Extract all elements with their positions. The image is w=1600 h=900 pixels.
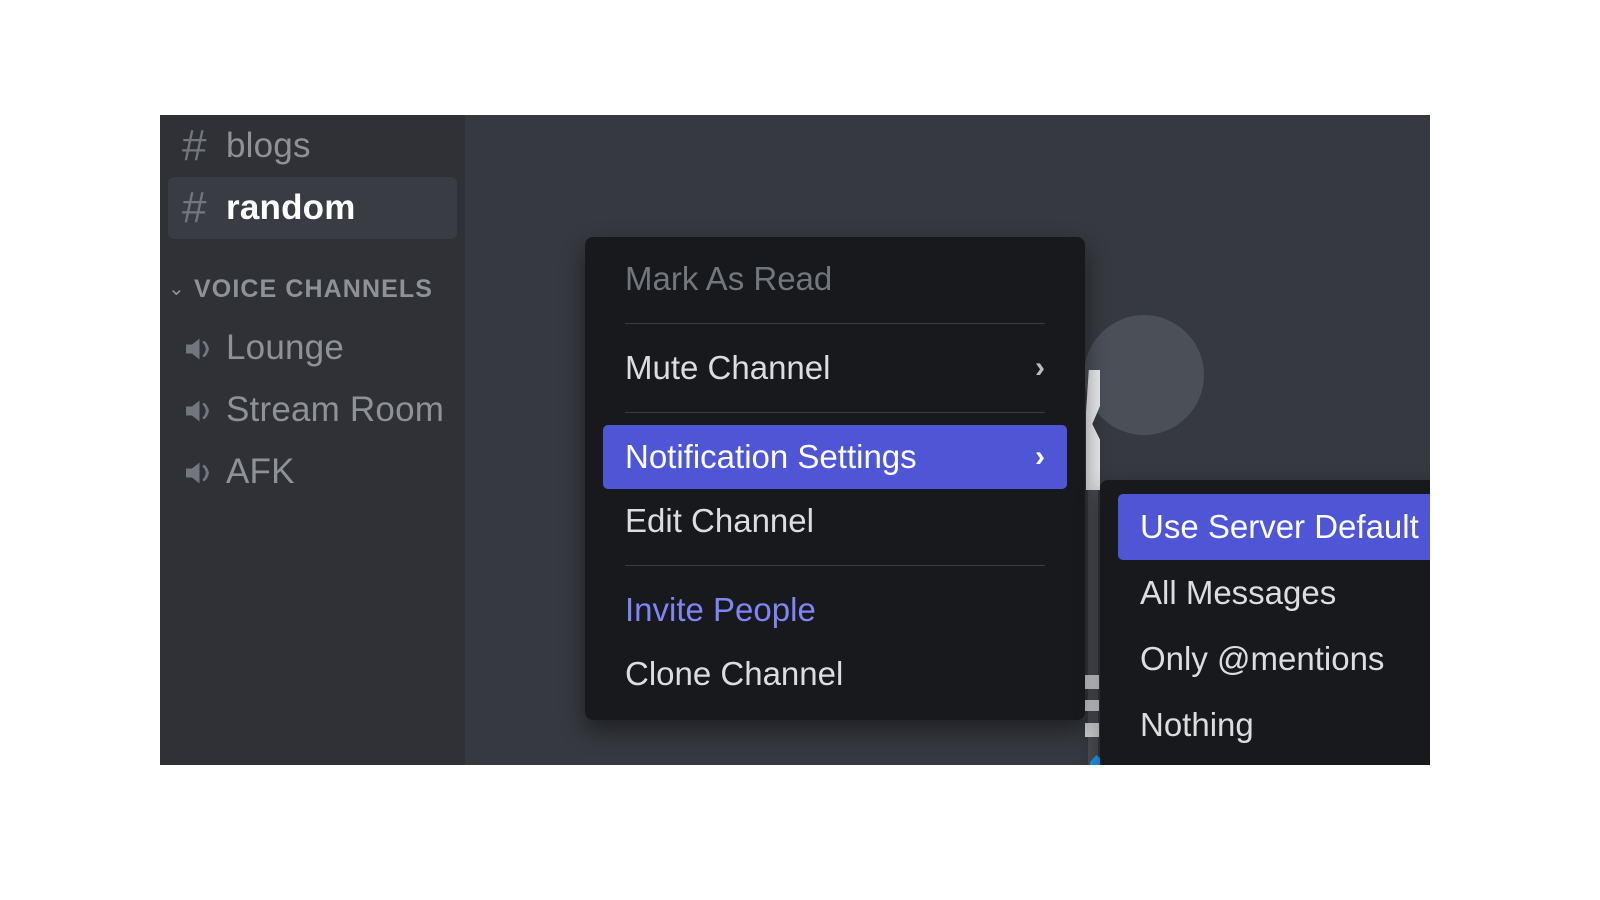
option-label: Only @mentions <box>1140 640 1385 677</box>
menu-item-label: Mark As Read <box>625 260 833 297</box>
sidebar-voice-stream-room[interactable]: Stream Room <box>168 379 457 441</box>
hash-icon: # <box>182 183 207 232</box>
speaker-icon <box>182 393 226 427</box>
menu-divider <box>625 412 1045 413</box>
avatar <box>1084 315 1204 435</box>
option-label: Use Server Default <box>1140 508 1419 545</box>
channel-label: AFK <box>226 452 295 491</box>
background-fragment <box>1085 723 1099 737</box>
context-menu-item-edit-channel[interactable]: Edit Channel <box>603 489 1067 553</box>
notification-option-nothing[interactable]: Nothing <box>1118 692 1430 758</box>
chevron-right-icon: › <box>1035 440 1045 473</box>
background-fragment <box>1085 675 1099 689</box>
context-menu-item-notification-settings[interactable]: Notification Settings › <box>603 425 1067 489</box>
notification-option-use-server-default[interactable]: Use Server Default <box>1118 494 1430 560</box>
category-header-voice-channels[interactable]: ⌄ VOICE CHANNELS <box>160 261 465 317</box>
menu-item-label: Notification Settings <box>625 438 917 475</box>
option-label: Nothing <box>1140 706 1254 743</box>
context-menu-item-mark-as-read[interactable]: Mark As Read <box>603 247 1067 311</box>
channel-sidebar: # blogs # random ⌄ VOICE CHANNELS Lounge <box>160 115 465 765</box>
sidebar-voice-afk[interactable]: AFK <box>168 441 457 503</box>
discord-app-viewport: # blogs # random ⌄ VOICE CHANNELS Lounge <box>160 115 1430 765</box>
menu-item-label: Edit Channel <box>625 502 814 539</box>
sidebar-channel-random[interactable]: # random <box>168 177 457 239</box>
context-menu-item-invite-people[interactable]: Invite People <box>603 578 1067 642</box>
channel-label: random <box>226 188 356 227</box>
menu-item-label: Invite People <box>625 591 816 628</box>
chevron-down-icon: ⌄ <box>168 278 185 300</box>
background-text-fragment <box>1086 370 1100 490</box>
sidebar-voice-lounge[interactable]: Lounge <box>168 317 457 379</box>
context-menu-item-mute-channel[interactable]: Mute Channel › <box>603 336 1067 400</box>
speaker-icon <box>182 455 226 489</box>
menu-item-label: Clone Channel <box>625 655 844 692</box>
channel-context-menu: Mark As Read Mute Channel › Notification… <box>585 237 1085 720</box>
chevron-right-icon: › <box>1035 351 1045 384</box>
context-menu-item-clone-channel[interactable]: Clone Channel <box>603 642 1067 706</box>
speaker-icon <box>182 331 226 365</box>
channel-label: Lounge <box>226 328 344 367</box>
channel-label: Stream Room <box>226 390 445 429</box>
hash-icon: # <box>182 121 207 170</box>
notification-option-all-messages[interactable]: All Messages <box>1118 560 1430 626</box>
option-label: All Messages <box>1140 574 1337 611</box>
channel-label: blogs <box>226 126 311 165</box>
menu-item-label: Mute Channel <box>625 349 831 386</box>
notification-option-only-mentions[interactable]: Only @mentions <box>1118 626 1430 692</box>
notification-settings-submenu: Use Server Default All Messages Only @me… <box>1100 480 1430 765</box>
sidebar-channel-blogs[interactable]: # blogs <box>168 115 457 177</box>
category-label: VOICE CHANNELS <box>194 274 434 303</box>
background-fragment <box>1085 700 1099 711</box>
menu-divider <box>625 565 1045 566</box>
menu-divider <box>625 323 1045 324</box>
